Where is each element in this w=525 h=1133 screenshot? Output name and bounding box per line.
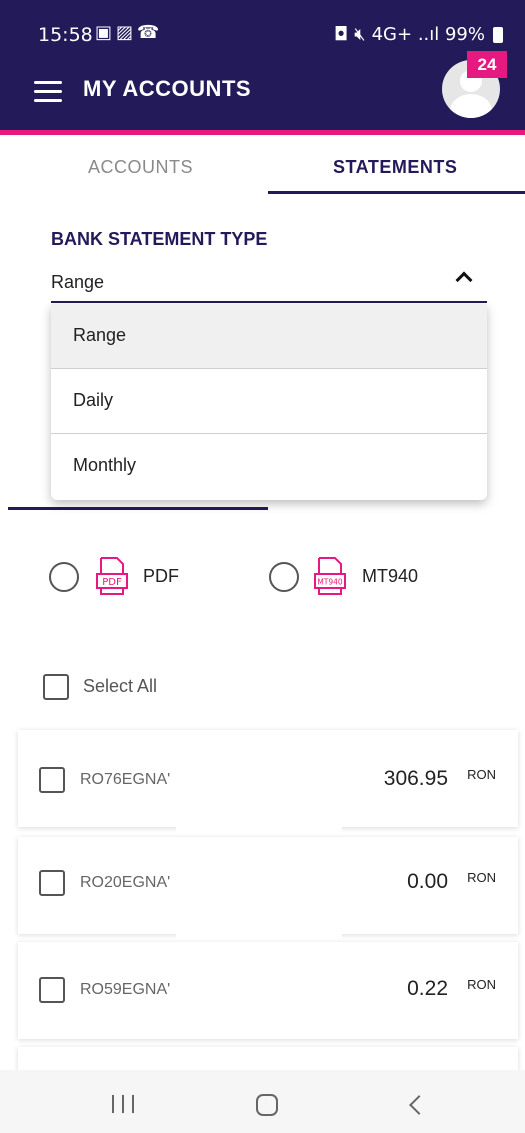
- home-icon[interactable]: [256, 1094, 278, 1116]
- account-amount: 306.95: [383, 767, 448, 790]
- mt940-label: MT940: [362, 566, 419, 586]
- account-card[interactable]: RO59EGNA' 0.22 RON: [18, 942, 518, 1039]
- account-amount: 0.00: [407, 870, 448, 893]
- account-currency: RON: [467, 767, 496, 782]
- pdf-label: PDF: [143, 566, 179, 586]
- account-amount: 0.22: [407, 977, 448, 1000]
- account-currency: RON: [467, 977, 496, 992]
- account-currency: RON: [467, 870, 496, 885]
- mute-icon: 🔇︎: [354, 24, 366, 45]
- missed-call-icon: ☎: [137, 22, 164, 42]
- account-checkbox[interactable]: [39, 767, 65, 793]
- pdf-icon-text: PDF: [102, 577, 122, 588]
- mt940-file-icon: MT940: [314, 557, 346, 595]
- status-right: ◘ 🔇︎ 4G+ ..ıl 99%: [334, 24, 503, 45]
- pdf-file-icon: PDF: [96, 557, 128, 595]
- dropdown-option-daily[interactable]: Daily: [51, 369, 487, 434]
- statement-type-label: BANK STATEMENT TYPE: [51, 229, 268, 249]
- pdf-radio[interactable]: [49, 562, 79, 592]
- battery-icon: [493, 26, 503, 43]
- lock-icon: ◘: [334, 24, 349, 45]
- account-checkbox[interactable]: [39, 977, 65, 1003]
- system-nav-bar: [0, 1070, 525, 1133]
- notification-badge: 24: [467, 51, 507, 78]
- chevron-up-icon[interactable]: [455, 271, 473, 289]
- dropdown-option-monthly[interactable]: Monthly: [51, 434, 487, 499]
- signal-text: 4G+ ..ıl 99%: [371, 24, 485, 45]
- account-iban: RO20EGNA': [80, 874, 171, 891]
- hamburger-menu-icon[interactable]: [34, 81, 62, 102]
- select-all-checkbox[interactable]: [43, 674, 69, 700]
- account-iban: RO59EGNA': [80, 981, 171, 998]
- select-underline: [51, 301, 487, 303]
- blank-area: [176, 934, 342, 942]
- recent-apps-icon[interactable]: [112, 1095, 134, 1113]
- back-icon[interactable]: [409, 1095, 429, 1115]
- active-tab-indicator: [268, 191, 525, 194]
- account-card[interactable]: RO76EGNA' 306.95 RON: [18, 730, 518, 827]
- status-time: 15:58: [38, 24, 93, 46]
- mt940-radio[interactable]: [269, 562, 299, 592]
- blank-area: [176, 827, 342, 837]
- status-bar: 15:58 ▣▨☎ ◘ 🔇︎ 4G+ ..ıl 99%: [0, 0, 525, 64]
- gallery-icon: ▣: [95, 22, 117, 42]
- notification-icons: ▣▨☎: [95, 22, 163, 43]
- account-card[interactable]: RO20EGNA' 0.00 RON: [18, 837, 518, 934]
- date-field-underline: [8, 507, 268, 510]
- app-header: 15:58 ▣▨☎ ◘ 🔇︎ 4G+ ..ıl 99% MY ACCOUNTS …: [0, 0, 525, 130]
- statement-type-select[interactable]: Range: [51, 272, 104, 293]
- tab-statements[interactable]: STATEMENTS: [333, 157, 457, 178]
- tab-bar: ACCOUNTS STATEMENTS: [0, 135, 525, 195]
- page-title: MY ACCOUNTS: [83, 76, 252, 101]
- statement-type-dropdown: Range Daily Monthly: [51, 304, 487, 500]
- account-checkbox[interactable]: [39, 870, 65, 896]
- mt940-icon-text: MT940: [317, 578, 343, 587]
- account-iban: RO76EGNA': [80, 771, 171, 788]
- photo-icon: ▨: [116, 22, 138, 42]
- dropdown-option-range[interactable]: Range: [51, 304, 487, 369]
- select-all-label: Select All: [83, 676, 158, 696]
- tab-accounts[interactable]: ACCOUNTS: [88, 157, 193, 178]
